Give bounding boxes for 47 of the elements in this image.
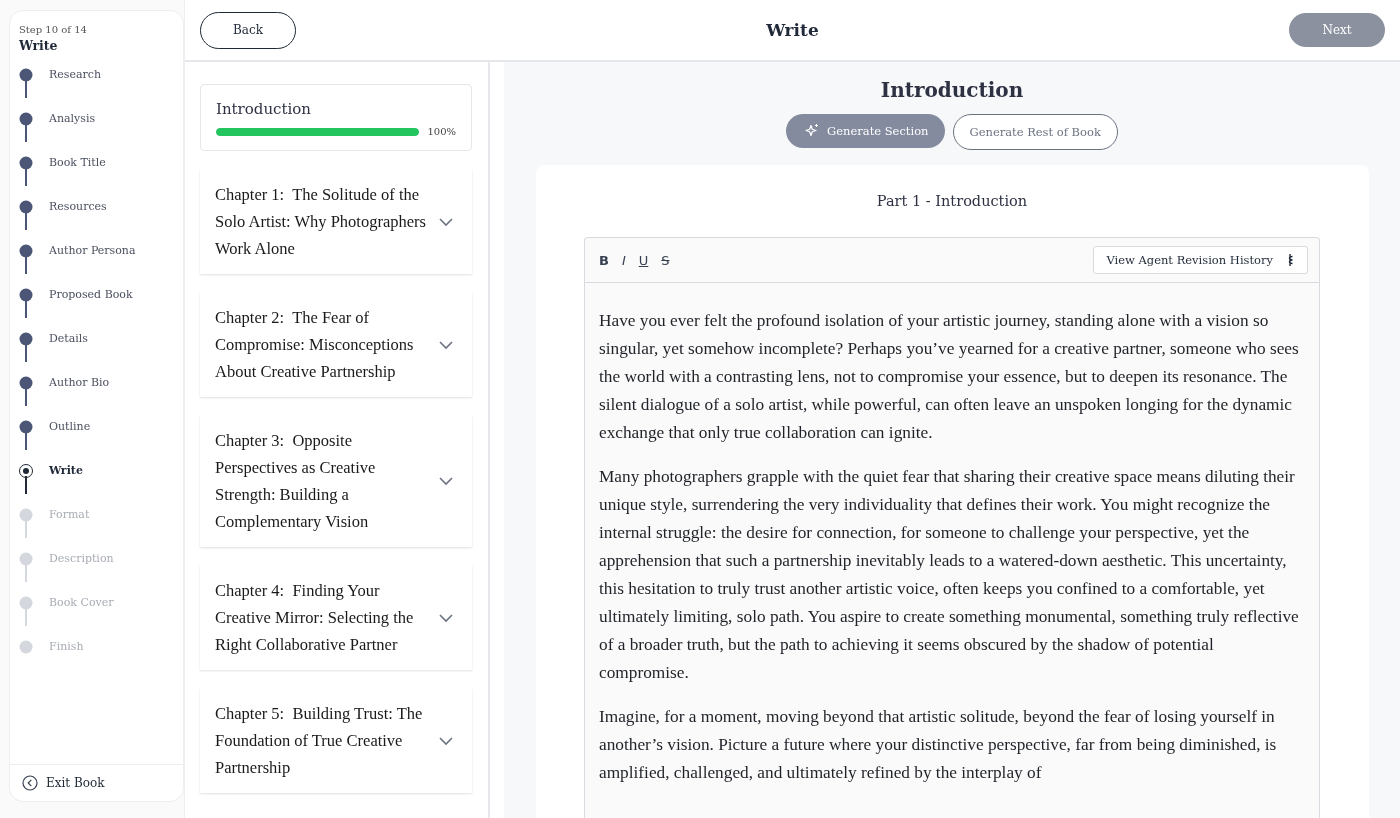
paragraph: Many photographers grapple with the quiet fear that sharing their creative space means diluting their unique style, surrendering the very individuality that defines their work. You might recognize the internal struggle: the desire for connection, for someone to challenge your perspective, yet the apprehension that such a partnership inevitably leads to a watered-down aesthetic. This uncertainty, this hesitation to truly trust another artistic voice, often keeps you confined to a comfortable, yet ultimately limiting, solo path. You aspire to create something monumental, something truly reflective of a broader truth, but the path to achieving it seems obscured by the shadow of potential compromise. bbox=[599, 466, 1300, 684]
chapter-title: Chapter 3: Opposite Perspectives as Creative Strength: Building a Complementary Vision bbox=[215, 430, 377, 533]
section-card[interactable]: Introduction 100% bbox=[200, 84, 472, 151]
chevron-icon[interactable] bbox=[438, 612, 454, 623]
step-item[interactable]: Details bbox=[49, 332, 88, 346]
chapter-title: Chapter 4: Finding Your Creative Mirror: Selecting the Right Collaborative Partner bbox=[215, 580, 415, 656]
chapter-card[interactable]: Chapter 2: The Fear of Compromise: Misconceptions About Creative Partnership bbox=[200, 292, 472, 397]
chevron-icon[interactable] bbox=[438, 735, 454, 746]
step-item[interactable]: Proposed Book bbox=[49, 288, 133, 302]
step-item[interactable]: Author Persona bbox=[49, 244, 136, 258]
paragraph: Imagine, for a moment, moving beyond that artistic solitude, beyond the fear of losing yourself in another’s vision. Picture a future where your distinctive perspective, far from being diminished, is amplified, challenged, and ultimately refined by the interplay of bbox=[599, 706, 1278, 784]
chevron-icon[interactable] bbox=[438, 339, 454, 350]
underline-button[interactable]: U bbox=[638, 252, 649, 268]
part-title: Part 1 - Introduction bbox=[876, 193, 1028, 209]
paragraph: Have you ever felt the profound isolation of your artistic journey, standing alone with a vision so singular, yet somehow incomplete? Perhaps you’ve yearned for a creative partner, someone who sees the world with a contrasting lens, not to compromise your essence, but to deepen its resonance. The silent dialogue of a solo artist, while powerful, can often leave an unspoken longing for the dynamic exchange that only true collaboration can ignite. bbox=[599, 310, 1300, 444]
generate-rest-button[interactable]: Generate Rest of Book bbox=[952, 114, 1118, 150]
step-item[interactable]: Resources bbox=[49, 200, 107, 214]
current-step-title: Write bbox=[19, 38, 59, 53]
step-counter: Step 10 of 14 bbox=[19, 24, 88, 35]
chapter-title: Chapter 2: The Fear of Compromise: Misconceptions About Creative Partnership bbox=[215, 307, 415, 383]
step-item[interactable]: Analysis bbox=[49, 112, 96, 126]
chapter-card[interactable]: Chapter 1: The Solitude of the Solo Artist: Why Photographers Work Alone bbox=[200, 169, 472, 274]
chapter-card[interactable]: Chapter 4: Finding Your Creative Mirror: Selecting the Right Collaborative Partner bbox=[200, 565, 472, 670]
back-button[interactable]: Back bbox=[200, 11, 296, 49]
step-item[interactable]: Research bbox=[49, 68, 101, 82]
chevron-icon[interactable] bbox=[438, 216, 454, 227]
revision-history-button[interactable]: View Agent Revision History bbox=[1093, 246, 1308, 274]
step-item[interactable]: Outline bbox=[49, 420, 91, 434]
section-title: Introduction bbox=[216, 100, 312, 118]
section-heading: Introduction bbox=[880, 78, 1024, 102]
step-item[interactable]: Book Title bbox=[49, 156, 106, 170]
bold-button[interactable]: B bbox=[599, 252, 609, 268]
chapter-title: Chapter 5: Building Trust: The Foundation of True Creative Partnership bbox=[215, 703, 424, 779]
chapter-card[interactable]: Chapter 5: Building Trust: The Foundation of True Creative Partnership bbox=[200, 688, 472, 793]
chapter-card[interactable]: Chapter 3: Opposite Perspectives as Creative Strength: Building a Complementary Vision bbox=[200, 415, 472, 547]
exit-book-link[interactable]: Exit Book bbox=[10, 764, 183, 801]
page-title: Write bbox=[766, 20, 819, 40]
text-editor[interactable] bbox=[584, 237, 1320, 818]
back-circle-icon bbox=[22, 775, 38, 791]
chapter-title: Chapter 1: The Solitude of the Solo Artist: Why Photographers Work Alone bbox=[215, 184, 427, 260]
sparkle-icon bbox=[804, 123, 821, 139]
italic-button[interactable]: I bbox=[621, 252, 626, 268]
chevron-icon[interactable] bbox=[438, 476, 454, 486]
progress-percent: 100% bbox=[427, 126, 456, 137]
step-item[interactable]: Write bbox=[49, 464, 83, 478]
strike-button[interactable]: S bbox=[661, 252, 670, 268]
step-item[interactable]: Author Bio bbox=[49, 376, 110, 390]
